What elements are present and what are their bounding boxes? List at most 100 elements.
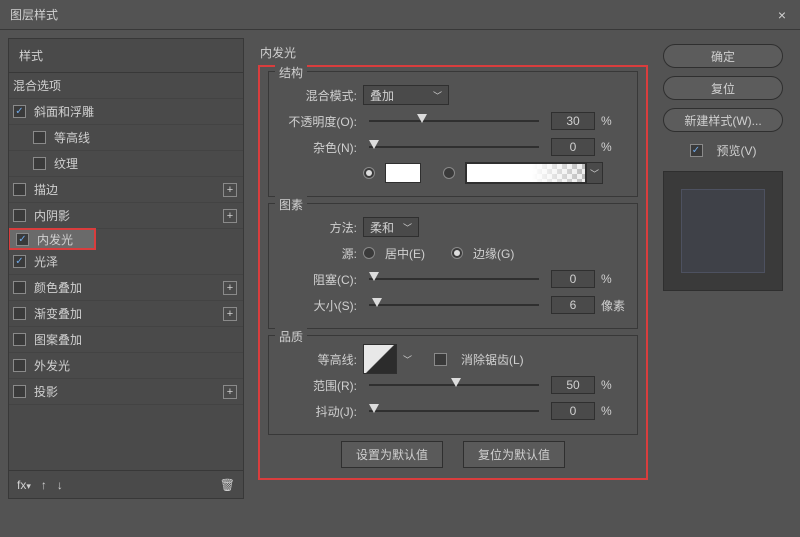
make-default-button[interactable]: 设置为默认值 (341, 441, 443, 468)
sidebar-footer: fx▾ ↑ ↓ 🗑 (9, 470, 243, 498)
effect-checkbox[interactable]: ✓ (16, 233, 29, 246)
effect-label: 光泽 (34, 253, 237, 270)
effect-row[interactable]: 外发光 (9, 353, 243, 379)
noise-slider[interactable] (369, 138, 539, 156)
effect-row[interactable]: 内阴影+ (9, 203, 243, 229)
group-quality: 品质 等高线: ﹀ 消除锯齿(L) 范围(R): 50 % 抖动(J): (268, 335, 638, 435)
opacity-label: 不透明度(O): (279, 113, 357, 130)
reset-default-button[interactable]: 复位为默认值 (463, 441, 565, 468)
source-edge-radio[interactable] (451, 247, 463, 259)
source-center-radio[interactable] (363, 247, 375, 259)
noise-input[interactable]: 0 (551, 138, 595, 156)
range-label: 范围(R): (279, 377, 357, 394)
effect-checkbox[interactable] (33, 157, 46, 170)
effect-row[interactable]: ✓ 光泽 (9, 249, 243, 275)
settings-panel: 内发光 结构 混合模式: 叠加﹀ 不透明度(O): 30 % 杂色(N): 0 (244, 38, 654, 499)
effect-checkbox[interactable] (13, 385, 26, 398)
effect-label: 纹理 (54, 155, 237, 172)
preview-box (663, 171, 783, 291)
fx-menu[interactable]: fx▾ (17, 478, 31, 492)
effect-row[interactable]: 描边+ (9, 177, 243, 203)
group-elements: 图素 方法: 柔和﹀ 源: 居中(E) 边缘(G) 阻塞(C): 0 % (268, 203, 638, 329)
blend-mode-select[interactable]: 叠加﹀ (363, 85, 449, 105)
effect-label: 描边 (34, 181, 223, 198)
styles-header: 样式 (9, 39, 243, 73)
chevron-down-icon: ﹀ (403, 221, 412, 234)
add-instance-icon[interactable]: + (223, 209, 237, 223)
choke-input[interactable]: 0 (551, 270, 595, 288)
effect-checkbox[interactable] (13, 209, 26, 222)
contour-picker[interactable] (363, 344, 397, 374)
group-structure: 结构 混合模式: 叠加﹀ 不透明度(O): 30 % 杂色(N): 0 % (268, 71, 638, 197)
choke-label: 阻塞(C): (279, 271, 357, 288)
effect-row[interactable]: ✓ 内发光 (9, 229, 95, 249)
effect-checkbox[interactable] (13, 281, 26, 294)
effect-row[interactable]: 投影+ (9, 379, 243, 405)
effect-row[interactable]: 图案叠加 (9, 327, 243, 353)
effect-label: 外发光 (34, 357, 237, 374)
right-panel: 确定 复位 新建样式(W)... ✓ 预览(V) (654, 38, 792, 499)
blend-options-row[interactable]: 混合选项 (9, 73, 243, 99)
size-slider[interactable] (369, 296, 539, 314)
effect-label: 斜面和浮雕 (34, 103, 237, 120)
noise-label: 杂色(N): (279, 139, 357, 156)
main-area: 样式 混合选项 ✓斜面和浮雕等高线纹理描边+内阴影+✓内发光✓光泽颜色叠加+渐变… (0, 30, 800, 507)
choke-slider[interactable] (369, 270, 539, 288)
method-select[interactable]: 柔和﹀ (363, 217, 419, 237)
effect-checkbox[interactable]: ✓ (13, 105, 26, 118)
trash-icon[interactable]: 🗑 (220, 478, 235, 492)
effect-row[interactable]: 纹理 (9, 151, 243, 177)
source-label: 源: (279, 245, 357, 262)
close-icon[interactable]: × (774, 7, 790, 23)
styles-sidebar: 样式 混合选项 ✓斜面和浮雕等高线纹理描边+内阴影+✓内发光✓光泽颜色叠加+渐变… (8, 38, 244, 499)
antialias-checkbox[interactable] (434, 353, 447, 366)
jitter-slider[interactable] (369, 402, 539, 420)
preview-checkbox[interactable]: ✓ (690, 144, 703, 157)
effect-row[interactable]: 颜色叠加+ (9, 275, 243, 301)
effect-checkbox[interactable] (13, 359, 26, 372)
opacity-slider[interactable] (369, 112, 539, 130)
method-label: 方法: (279, 219, 357, 236)
add-instance-icon[interactable]: + (223, 385, 237, 399)
effect-label: 内发光 (37, 231, 88, 248)
opacity-input[interactable]: 30 (551, 112, 595, 130)
size-input[interactable]: 6 (551, 296, 595, 314)
ok-button[interactable]: 确定 (663, 44, 783, 68)
add-instance-icon[interactable]: + (223, 307, 237, 321)
effect-label: 颜色叠加 (34, 279, 223, 296)
reset-button[interactable]: 复位 (663, 76, 783, 100)
titlebar: 图层样式 × (0, 0, 800, 30)
arrow-up-icon[interactable]: ↑ (41, 478, 47, 492)
effect-row[interactable]: ✓ 斜面和浮雕 (9, 99, 243, 125)
color-swatch[interactable] (385, 163, 421, 183)
panel-title: 内发光 (260, 44, 648, 61)
gradient-picker[interactable]: ﹀ (465, 162, 603, 184)
effect-label: 内阴影 (34, 207, 223, 224)
range-slider[interactable] (369, 376, 539, 394)
contour-label: 等高线: (279, 351, 357, 368)
effect-row[interactable]: 渐变叠加+ (9, 301, 243, 327)
gradient-radio[interactable] (443, 167, 455, 179)
effect-row[interactable]: 等高线 (9, 125, 243, 151)
range-input[interactable]: 50 (551, 376, 595, 394)
highlight-box: 结构 混合模式: 叠加﹀ 不透明度(O): 30 % 杂色(N): 0 % (258, 65, 648, 480)
effect-label: 渐变叠加 (34, 305, 223, 322)
arrow-down-icon[interactable]: ↓ (57, 478, 63, 492)
preview-label: 预览(V) (717, 142, 757, 159)
new-style-button[interactable]: 新建样式(W)... (663, 108, 783, 132)
effect-checkbox[interactable] (33, 131, 46, 144)
window-title: 图层样式 (10, 6, 774, 23)
color-radio[interactable] (363, 167, 375, 179)
chevron-down-icon[interactable]: ﹀ (403, 353, 412, 366)
blend-mode-label: 混合模式: (279, 87, 357, 104)
add-instance-icon[interactable]: + (223, 281, 237, 295)
effect-checkbox[interactable]: ✓ (13, 255, 26, 268)
add-instance-icon[interactable]: + (223, 183, 237, 197)
chevron-down-icon: ﹀ (433, 89, 442, 102)
effect-checkbox[interactable] (13, 183, 26, 196)
effect-checkbox[interactable] (13, 333, 26, 346)
jitter-input[interactable]: 0 (551, 402, 595, 420)
effect-label: 投影 (34, 383, 223, 400)
jitter-label: 抖动(J): (279, 403, 357, 420)
effect-checkbox[interactable] (13, 307, 26, 320)
